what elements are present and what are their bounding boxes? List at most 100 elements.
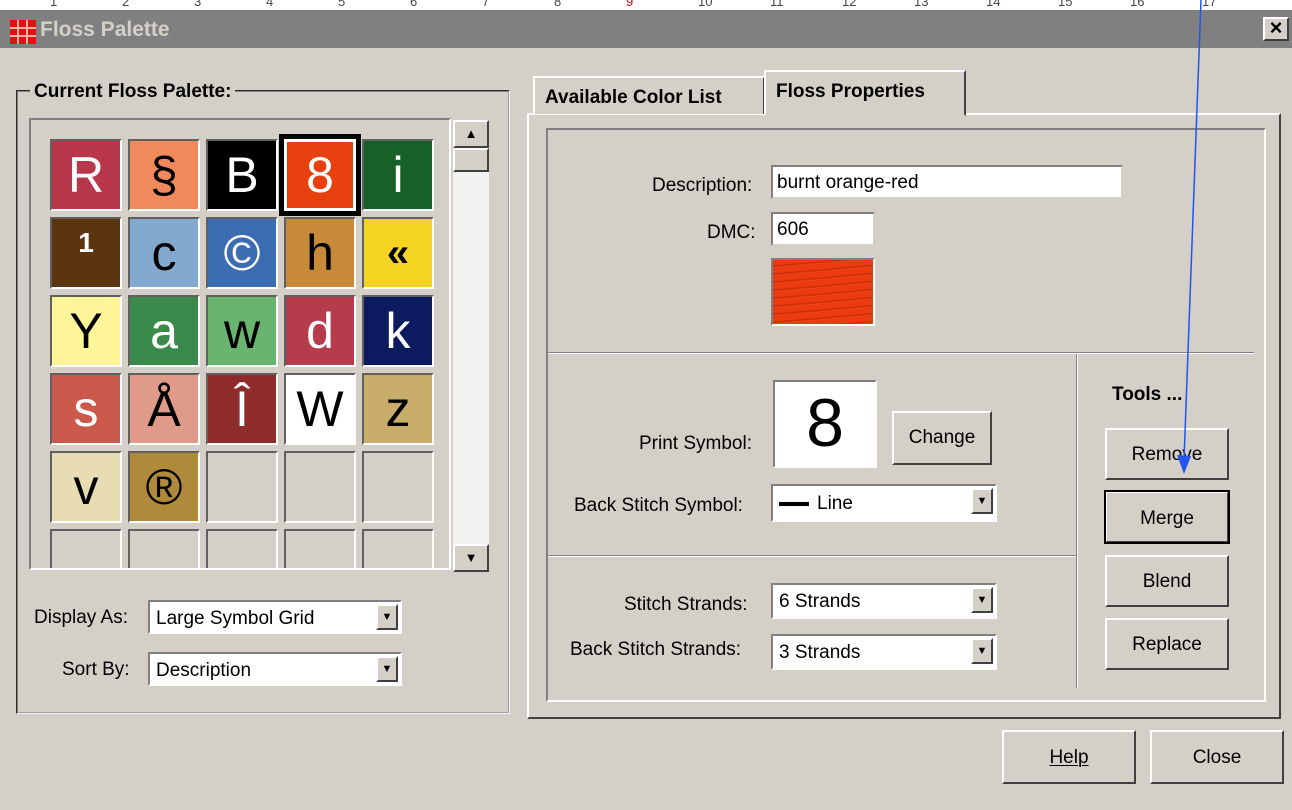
palette-symbol: «: [362, 217, 434, 289]
palette-cell[interactable]: k: [359, 292, 437, 370]
chevron-down-icon[interactable]: ▼: [971, 587, 993, 613]
palette-symbol: s: [50, 373, 122, 445]
palette-cell[interactable]: Å: [125, 370, 203, 448]
palette-cell[interactable]: 8: [279, 134, 361, 216]
remove-button[interactable]: Remove: [1105, 428, 1229, 480]
palette-symbol: Y: [50, 295, 122, 367]
divider: [1076, 354, 1078, 688]
palette-cell[interactable]: i: [359, 136, 437, 214]
palette-cell-empty[interactable]: [125, 526, 203, 568]
stitch-strands-select[interactable]: 6 Strands ▼: [771, 583, 997, 619]
palette-symbol: W: [284, 373, 356, 445]
palette-cell-empty[interactable]: [281, 448, 359, 526]
back-stitch-symbol-label: Back Stitch Symbol:: [574, 495, 743, 516]
palette-cell[interactable]: 1: [47, 214, 125, 292]
ruler-mark: 15: [1058, 0, 1073, 9]
title-bar: [0, 10, 1292, 48]
palette-cell[interactable]: v: [47, 448, 125, 526]
merge-button[interactable]: Merge: [1104, 490, 1230, 544]
back-stitch-strands-label: Back Stitch Strands:: [570, 639, 742, 660]
tab-floss-properties[interactable]: Floss Properties: [764, 70, 966, 116]
palette-symbol: [50, 529, 122, 568]
line-icon: [779, 501, 809, 506]
palette-symbol: z: [362, 373, 434, 445]
ruler-mark: 6: [410, 0, 418, 9]
ruler-strip: 1 2 3 4 5 6 7 8 9 10 11 12 13 14 15 16 17: [0, 0, 1292, 10]
palette-cell[interactable]: s: [47, 370, 125, 448]
sort-by-select[interactable]: Description ▼: [148, 652, 402, 686]
palette-cell[interactable]: §: [125, 136, 203, 214]
tab-available-color-list[interactable]: Available Color List: [533, 76, 765, 114]
palette-symbol: [128, 529, 200, 568]
scroll-up-icon[interactable]: ▲: [453, 120, 489, 148]
dmc-field[interactable]: 606: [771, 212, 875, 246]
palette-cell[interactable]: Î: [203, 370, 281, 448]
grid-icon: [10, 20, 36, 44]
palette-cell[interactable]: a: [125, 292, 203, 370]
back-stitch-symbol-select[interactable]: Line ▼: [771, 484, 997, 522]
floss-color-swatch: [771, 258, 875, 326]
palette-cell[interactable]: w: [203, 292, 281, 370]
palette-cell[interactable]: Y: [47, 292, 125, 370]
palette-cell[interactable]: «: [359, 214, 437, 292]
display-as-select[interactable]: Large Symbol Grid ▼: [148, 600, 402, 634]
close-button[interactable]: Close: [1150, 730, 1284, 784]
palette-symbol: v: [50, 451, 122, 523]
dmc-label: DMC:: [707, 222, 756, 243]
ruler-mark: 5: [338, 0, 346, 9]
ruler-mark: 11: [770, 0, 784, 9]
ruler-mark: 9: [626, 0, 634, 9]
palette-symbol: [362, 451, 434, 523]
palette-cell[interactable]: c: [125, 214, 203, 292]
blend-button[interactable]: Blend: [1105, 555, 1229, 607]
replace-button[interactable]: Replace: [1105, 618, 1229, 670]
display-as-value: Large Symbol Grid: [156, 608, 315, 629]
palette-cell[interactable]: ®: [125, 448, 203, 526]
back-stitch-strands-select[interactable]: 3 Strands ▼: [771, 634, 997, 670]
palette-symbol: B: [206, 139, 278, 211]
stitch-strands-label: Stitch Strands:: [624, 594, 748, 615]
palette-cell[interactable]: h: [281, 214, 359, 292]
print-symbol-preview: 8: [773, 380, 877, 468]
palette-cell[interactable]: W: [281, 370, 359, 448]
chevron-down-icon[interactable]: ▼: [376, 656, 398, 682]
palette-cell[interactable]: z: [359, 370, 437, 448]
palette-symbol: 8: [282, 137, 358, 213]
palette-symbol: [284, 529, 356, 568]
close-icon[interactable]: ×: [1263, 17, 1289, 41]
palette-cell[interactable]: ©: [203, 214, 281, 292]
ruler-mark: 3: [194, 0, 202, 9]
description-label: Description:: [652, 175, 753, 196]
palette-symbol: a: [128, 295, 200, 367]
ruler-mark: 4: [266, 0, 274, 9]
palette-symbol: ©: [206, 217, 278, 289]
palette-symbol: [362, 529, 434, 568]
palette-cell-empty[interactable]: [47, 526, 125, 568]
scroll-down-icon[interactable]: ▼: [453, 544, 489, 572]
change-button[interactable]: Change: [892, 411, 992, 465]
palette-cell-empty[interactable]: [359, 526, 437, 568]
palette-scrollbar[interactable]: ▲ ▼: [453, 120, 489, 572]
print-symbol-label: Print Symbol:: [639, 433, 752, 454]
palette-symbol: [206, 451, 278, 523]
chevron-down-icon[interactable]: ▼: [376, 604, 398, 630]
palette-symbol: 1: [50, 217, 122, 289]
palette-cell-empty[interactable]: [359, 448, 437, 526]
palette-cell[interactable]: d: [281, 292, 359, 370]
palette-cell[interactable]: R: [47, 136, 125, 214]
help-button[interactable]: Help: [1002, 730, 1136, 784]
chevron-down-icon[interactable]: ▼: [971, 488, 993, 514]
palette-cell-empty[interactable]: [203, 448, 281, 526]
chevron-down-icon[interactable]: ▼: [971, 638, 993, 664]
palette-symbol: §: [128, 139, 200, 211]
palette-symbol: w: [206, 295, 278, 367]
palette-symbol: [206, 529, 278, 568]
palette-cell[interactable]: B: [203, 136, 281, 214]
palette-cell-empty[interactable]: [281, 526, 359, 568]
ruler-mark: 14: [986, 0, 1001, 9]
description-field[interactable]: burnt orange-red: [771, 165, 1123, 199]
ruler-mark: 12: [842, 0, 857, 9]
sort-by-value: Description: [156, 660, 252, 681]
scroll-thumb[interactable]: [453, 148, 489, 172]
palette-cell-empty[interactable]: [203, 526, 281, 568]
